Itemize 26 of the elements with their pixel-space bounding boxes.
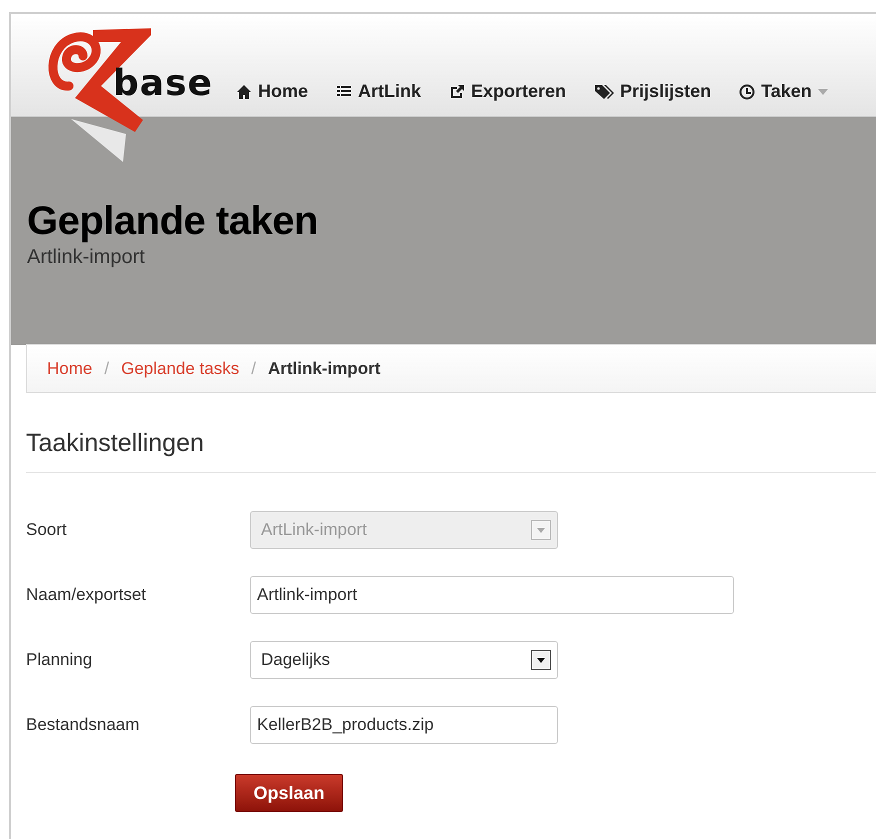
clock-icon [739, 84, 756, 100]
nav-link[interactable]: Taken [739, 81, 828, 102]
save-button[interactable]: Opslaan [235, 774, 343, 812]
nav-link[interactable]: ArtLink [336, 81, 422, 102]
breadcrumb-current[interactable]: Artlink-import [268, 358, 380, 378]
nav-link[interactable]: Prijslijsten [594, 81, 712, 102]
field-label: Bestandsnaam [26, 715, 140, 735]
logo-text: base [113, 66, 213, 102]
field-label: Soort [26, 520, 68, 540]
text-field[interactable]: KellerB2B_products.zip [250, 706, 558, 744]
nav-link[interactable]: Exporteren [449, 81, 566, 102]
nav-link[interactable]: Home [236, 81, 308, 102]
tags-icon [594, 84, 614, 100]
page-subtitle: Artlink-import [27, 246, 146, 269]
select-field[interactable]: Dagelijks [250, 641, 558, 679]
export-icon [449, 84, 466, 100]
field-label: Naam/exportset [26, 585, 147, 605]
breadcrumb-separator: / [251, 358, 256, 378]
breadcrumb-link[interactable]: Geplande tasks [121, 358, 240, 378]
text-field[interactable]: Artlink-import [250, 576, 734, 614]
breadcrumb-separator: / [104, 358, 110, 378]
section-title: Taakinstellingen [26, 429, 876, 473]
home-icon [236, 84, 252, 100]
field-label: Planning [26, 650, 94, 670]
breadcrumb-link[interactable]: Home [47, 358, 92, 378]
page-title: Geplande taken [27, 199, 319, 244]
